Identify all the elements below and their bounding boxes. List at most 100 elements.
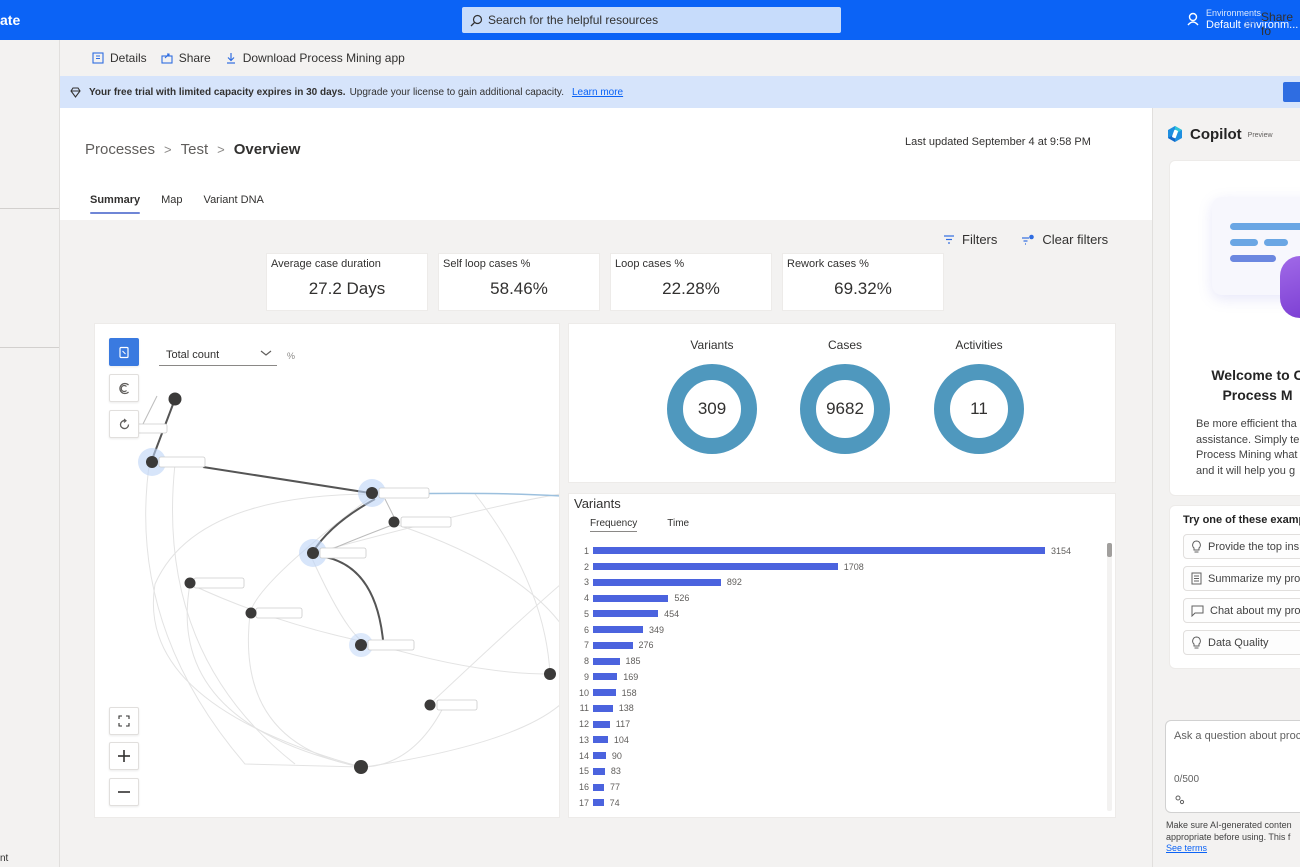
variant-bar[interactable] [593, 736, 608, 744]
variant-value: 77 [610, 782, 621, 793]
variant-bar[interactable] [593, 783, 605, 791]
variant-bar[interactable] [593, 799, 604, 807]
character-counter: 0/500 [1174, 774, 1200, 785]
variant-rank: 4 [583, 593, 589, 604]
variant-row[interactable]: 13 104 [569, 732, 1109, 748]
zoom-out-button[interactable] [109, 778, 139, 806]
details-button[interactable]: Details [92, 51, 147, 65]
variant-value: 74 [609, 797, 620, 808]
variant-bar[interactable] [593, 594, 669, 602]
variant-bar[interactable] [593, 641, 633, 649]
variants-scrollbar[interactable] [1107, 543, 1112, 811]
share-feedback-button[interactable]: Share fo [1243, 10, 1300, 38]
clear-filter-icon [1022, 234, 1035, 245]
example-prompt-data-quality[interactable]: Data Quality [1183, 630, 1300, 655]
variant-row[interactable]: 9 169 [569, 669, 1109, 685]
variant-bar[interactable] [593, 657, 620, 665]
welcome-description: Be more efficient tha assistance. Simply… [1196, 417, 1300, 479]
scrollbar-thumb[interactable] [1107, 543, 1112, 557]
stat-label: Activities [955, 338, 1003, 352]
example-prompt-insights[interactable]: Provide the top ins [1183, 534, 1300, 559]
variant-row[interactable]: 16 77 [569, 779, 1109, 795]
variant-value: 892 [726, 577, 742, 588]
breadcrumb-test[interactable]: Test [181, 141, 209, 158]
banner-bold-text: Your free trial with limited capacity ex… [89, 86, 346, 98]
tab-summary[interactable]: Summary [90, 194, 141, 214]
example-prompt-summarize[interactable]: Summarize my pro [1183, 566, 1300, 591]
learn-more-link[interactable]: Learn more [572, 87, 623, 98]
process-map-panel[interactable]: Total count % [94, 323, 560, 818]
clear-filters-button[interactable]: Clear filters [1021, 232, 1108, 247]
preview-badge: Preview [1247, 132, 1273, 139]
share-icon [161, 53, 173, 64]
variant-rank: 14 [578, 750, 589, 761]
breadcrumb-processes[interactable]: Processes [85, 141, 155, 158]
variant-bar[interactable] [593, 578, 721, 586]
top-bar: ate Search for the helpful resources Env… [0, 0, 1300, 40]
variant-bar[interactable] [593, 689, 616, 697]
filter-icon [944, 235, 954, 244]
variant-row[interactable]: 6 349 [569, 622, 1109, 638]
variants-tab-time[interactable]: Time [667, 518, 689, 532]
variant-bar[interactable] [593, 626, 643, 634]
variant-row[interactable]: 7 276 [569, 638, 1109, 654]
variant-bar[interactable] [593, 720, 610, 728]
variant-row[interactable]: 1 3154 [569, 543, 1109, 559]
page-header: Processes > Test > Overview Last updated… [60, 108, 1152, 220]
variant-row[interactable]: 4 526 [569, 590, 1109, 606]
variant-row[interactable]: 10 158 [569, 685, 1109, 701]
example-label: Provide the top ins [1208, 540, 1300, 553]
variant-row[interactable]: 3 892 [569, 575, 1109, 591]
variant-value: 169 [623, 671, 639, 682]
variant-row[interactable]: 17 74 [569, 795, 1109, 811]
nav-bottom-item[interactable]: nt [0, 853, 8, 864]
variant-row[interactable]: 12 117 [569, 716, 1109, 732]
share-button[interactable]: Share [161, 51, 211, 65]
variant-bar[interactable] [593, 547, 1045, 555]
variant-rank: 12 [578, 719, 589, 730]
reset-layout-button[interactable] [109, 410, 139, 438]
process-map-graph[interactable] [95, 324, 560, 818]
see-terms-link[interactable]: See terms [1166, 843, 1292, 855]
variant-row[interactable]: 8 185 [569, 653, 1109, 669]
variant-rank: 17 [578, 797, 589, 808]
kpi-value: 27.2 Days [308, 279, 386, 298]
variant-row[interactable]: 14 90 [569, 748, 1109, 764]
tab-map[interactable]: Map [161, 194, 182, 214]
percent-toggle[interactable]: % [287, 351, 295, 361]
fit-to-screen-button[interactable] [109, 707, 139, 735]
variant-bar[interactable] [593, 752, 606, 760]
variant-bar[interactable] [593, 767, 605, 775]
tab-variant-dna[interactable]: Variant DNA [204, 194, 264, 214]
variant-bar[interactable] [593, 563, 838, 571]
variant-rank: 16 [578, 782, 589, 793]
download-app-button[interactable]: Download Process Mining app [225, 51, 405, 65]
copilot-question-input[interactable]: Ask a question about proc 0/500 [1165, 720, 1300, 813]
kpi-label: Rework cases % [787, 258, 869, 270]
breadcrumb-separator: > [164, 142, 172, 157]
variant-bar[interactable] [593, 610, 659, 618]
map-view-button[interactable] [109, 338, 139, 366]
tab-list: Summary Map Variant DNA [90, 194, 285, 214]
banner-text: Upgrade your license to gain additional … [349, 86, 564, 98]
details-label: Details [110, 51, 147, 65]
variant-row[interactable]: 2 1708 [569, 559, 1109, 575]
variant-bar[interactable] [593, 704, 613, 712]
variants-tab-frequency[interactable]: Frequency [590, 518, 638, 532]
examples-title: Try one of these examp [1183, 514, 1300, 526]
zoom-in-button[interactable] [109, 742, 139, 770]
upgrade-button[interactable] [1283, 82, 1300, 102]
kpi-label: Self loop cases % [443, 258, 531, 270]
filters-button[interactable]: Filters [943, 232, 997, 247]
variant-row[interactable]: 5 454 [569, 606, 1109, 622]
lightbulb-icon [1192, 540, 1201, 553]
variant-row[interactable]: 15 83 [569, 764, 1109, 780]
variant-value: 1708 [843, 561, 864, 572]
measure-dropdown[interactable]: Total count [159, 344, 277, 366]
search-input[interactable]: Search for the helpful resources [462, 7, 841, 33]
variant-row[interactable]: 11 138 [569, 701, 1109, 717]
performance-view-button[interactable] [109, 374, 139, 402]
variant-bar[interactable] [593, 673, 618, 681]
example-prompt-chat[interactable]: Chat about my pro [1183, 598, 1300, 623]
sparkle-prompt-icon[interactable] [1174, 794, 1185, 805]
